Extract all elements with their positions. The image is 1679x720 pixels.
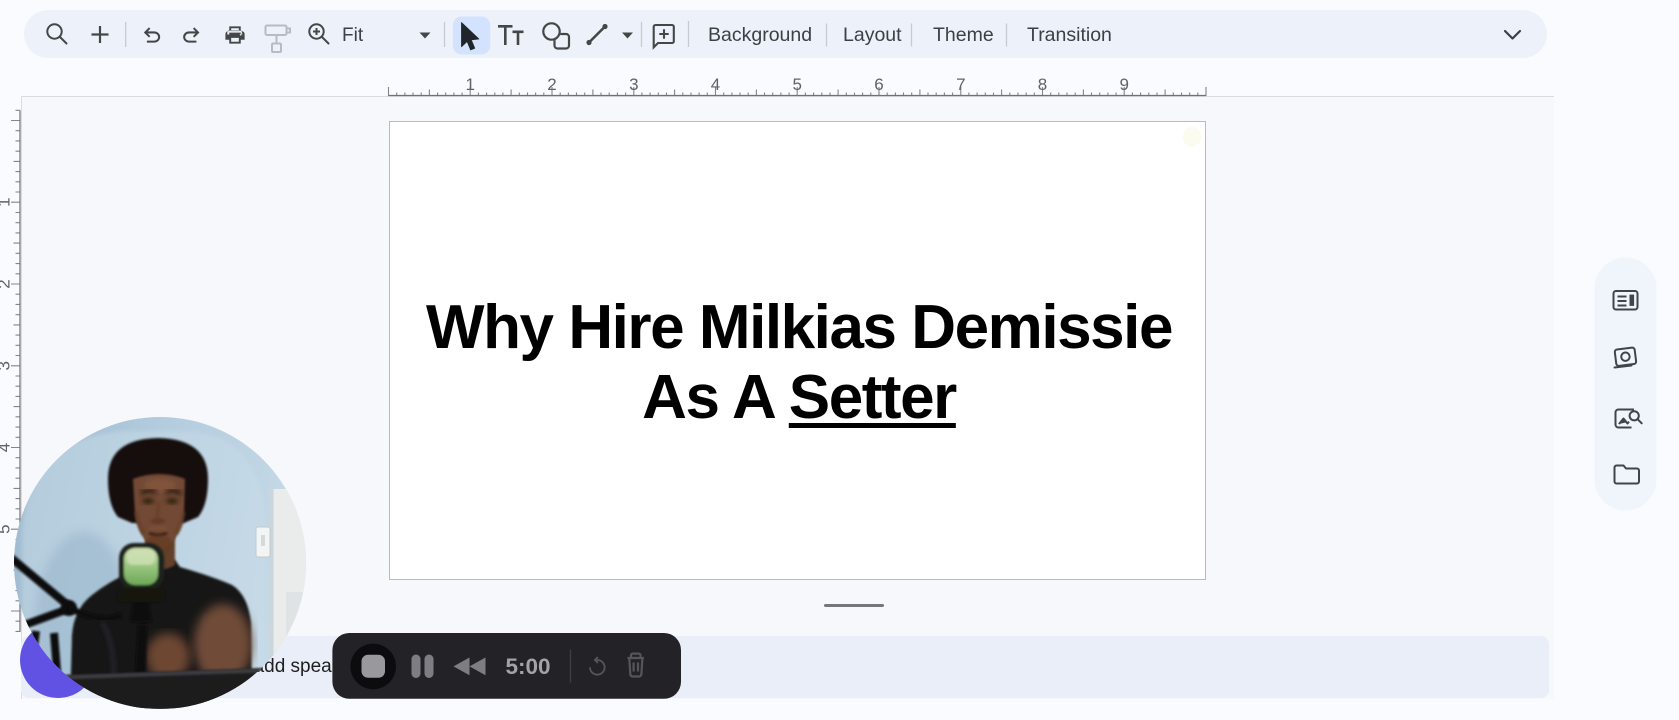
- svg-text:5:00: 5:00: [505, 654, 550, 679]
